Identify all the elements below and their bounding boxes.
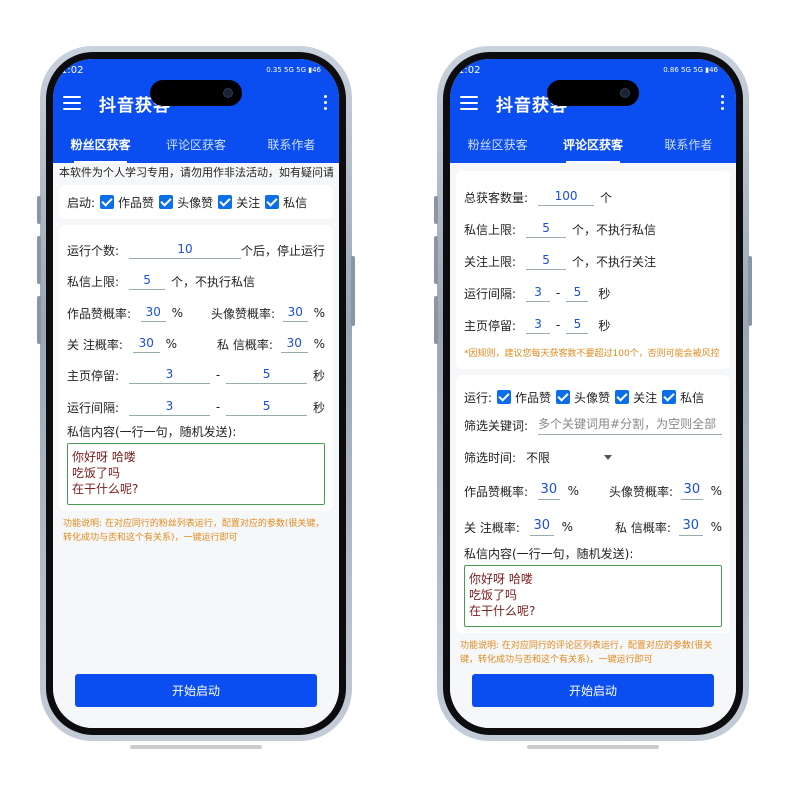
checkbox-work-like[interactable] bbox=[100, 195, 115, 209]
tab-bar: 粉丝区获客 评论区获客 联系作者 bbox=[450, 125, 736, 163]
phone-right: 1:02 0.86 5G 5G ▮46 抖音获客 粉丝区获客 评论区获客 联系作… bbox=[434, 46, 752, 749]
status-bar: 1:02 0.86 5G 5G ▮46 bbox=[450, 59, 736, 81]
interval-max-input[interactable]: 5 bbox=[566, 285, 589, 302]
message-textarea[interactable]: 你好呀 哈喽 吃饭了吗 在干什么呢? bbox=[464, 565, 722, 627]
total-count-input[interactable]: 100 bbox=[538, 189, 595, 206]
home-stay-max-input[interactable]: 5 bbox=[226, 367, 307, 384]
chevron-down-icon[interactable] bbox=[604, 454, 613, 460]
checkbox-follow[interactable] bbox=[615, 390, 630, 404]
more-options-icon[interactable] bbox=[324, 95, 327, 110]
time-select[interactable]: 不限 bbox=[526, 449, 600, 466]
feature-note: 功能说明: 在对应同行的粉丝列表运行，配置对应的参数(很关键，转化成功与否和这个… bbox=[63, 519, 325, 543]
screen-left: 1:02 0.35 5G 5G ▮46 抖音获客 粉丝区获客 评论区获客 联系作… bbox=[53, 59, 339, 728]
run-card: 运行: 作品赞 头像赞 关注 私信 筛选关键词: 多个关键词用#分割，为空则全部… bbox=[456, 375, 730, 633]
limits-card: 总获客数量: 100 个 私信上限: 5 个，不执行私信 关注上限: 5 个，不… bbox=[456, 171, 730, 369]
interval-min-input[interactable]: 3 bbox=[526, 285, 551, 302]
pm-limit-input[interactable]: 5 bbox=[129, 273, 166, 290]
run-count-input[interactable]: 10 bbox=[129, 242, 241, 259]
warning-note: *因规则，建议您每天获客数不要超过100个，否则可能会被风控 bbox=[464, 349, 720, 359]
status-time: 1:02 bbox=[458, 64, 481, 76]
message-textarea[interactable]: 你好呀 哈喽 吃饭了吗 在干什么呢? bbox=[67, 443, 325, 505]
start-button[interactable]: 开始启动 bbox=[472, 674, 714, 707]
follow-prob-input[interactable]: 30 bbox=[529, 518, 554, 536]
keyword-input[interactable]: 多个关键词用#分割，为空则全部 bbox=[538, 415, 722, 435]
feature-note: 功能说明: 在对应同行的评论区列表运行，配置对应的参数(很关键，转化成功与否和这… bbox=[460, 641, 713, 665]
checkbox-pm[interactable] bbox=[265, 195, 280, 209]
menu-icon[interactable] bbox=[63, 96, 81, 110]
start-button[interactable]: 开始启动 bbox=[75, 674, 317, 707]
checkbox-avatar-like[interactable] bbox=[556, 390, 571, 404]
home-indicator bbox=[130, 745, 262, 749]
tab-contact[interactable]: 联系作者 bbox=[244, 125, 339, 163]
status-signal: 0.35 5G 5G ▮46 bbox=[266, 66, 321, 74]
pm-prob-input[interactable]: 30 bbox=[280, 336, 308, 353]
tab-contact[interactable]: 联系作者 bbox=[641, 125, 736, 163]
follow-limit-input[interactable]: 5 bbox=[526, 253, 567, 270]
tab-fans[interactable]: 粉丝区获客 bbox=[53, 125, 148, 163]
home-indicator bbox=[527, 745, 659, 749]
msg-label: 私信内容(一行一句，随机发送): bbox=[464, 546, 634, 561]
status-bar: 1:02 0.35 5G 5G ▮46 bbox=[53, 59, 339, 81]
phone-left: 1:02 0.35 5G 5G ▮46 抖音获客 粉丝区获客 评论区获客 联系作… bbox=[37, 46, 355, 749]
tab-fans[interactable]: 粉丝区获客 bbox=[450, 125, 545, 163]
status-time: 1:02 bbox=[61, 64, 84, 76]
work-like-prob-input[interactable]: 30 bbox=[141, 305, 166, 322]
pm-limit-input[interactable]: 5 bbox=[526, 221, 567, 238]
interval-min-input[interactable]: 3 bbox=[129, 399, 210, 416]
menu-icon[interactable] bbox=[460, 96, 478, 110]
interval-max-input[interactable]: 5 bbox=[226, 399, 307, 416]
home-stay-min-input[interactable]: 3 bbox=[526, 317, 551, 334]
screen-right: 1:02 0.86 5G 5G ▮46 抖音获客 粉丝区获客 评论区获客 联系作… bbox=[450, 59, 736, 728]
settings-card: 运行个数: 10 个后，停止运行 私信上限: 5 个，不执行私信 作品赞概率: … bbox=[59, 225, 333, 511]
avatar-like-prob-input[interactable]: 30 bbox=[283, 305, 308, 322]
dynamic-island bbox=[150, 80, 242, 106]
checkbox-avatar-like[interactable] bbox=[159, 195, 174, 209]
home-stay-max-input[interactable]: 5 bbox=[566, 317, 589, 334]
more-options-icon[interactable] bbox=[721, 95, 724, 110]
tab-comments[interactable]: 评论区获客 bbox=[148, 125, 243, 163]
checkbox-work-like[interactable] bbox=[497, 390, 512, 404]
tab-comments[interactable]: 评论区获客 bbox=[545, 125, 640, 163]
pm-prob-input[interactable]: 30 bbox=[678, 518, 703, 536]
work-like-prob-input[interactable]: 30 bbox=[538, 482, 560, 500]
msg-label: 私信内容(一行一句，随机发送): bbox=[67, 424, 237, 439]
enable-card: 启动: 作品赞 头像赞 关注 私信 bbox=[59, 185, 333, 219]
home-stay-min-input[interactable]: 3 bbox=[129, 367, 210, 384]
follow-prob-input[interactable]: 30 bbox=[132, 336, 160, 353]
intro-text: 本软件为个人学习专用，请勿用作非法活动，如有疑问请联系 bbox=[59, 166, 333, 179]
tab-bar: 粉丝区获客 评论区获客 联系作者 bbox=[53, 125, 339, 163]
enable-label: 启动: bbox=[67, 195, 96, 210]
dynamic-island bbox=[547, 80, 639, 106]
checkbox-follow[interactable] bbox=[218, 195, 233, 209]
status-signal: 0.86 5G 5G ▮46 bbox=[663, 66, 718, 74]
checkbox-pm[interactable] bbox=[662, 390, 677, 404]
avatar-like-prob-input[interactable]: 30 bbox=[681, 482, 703, 500]
